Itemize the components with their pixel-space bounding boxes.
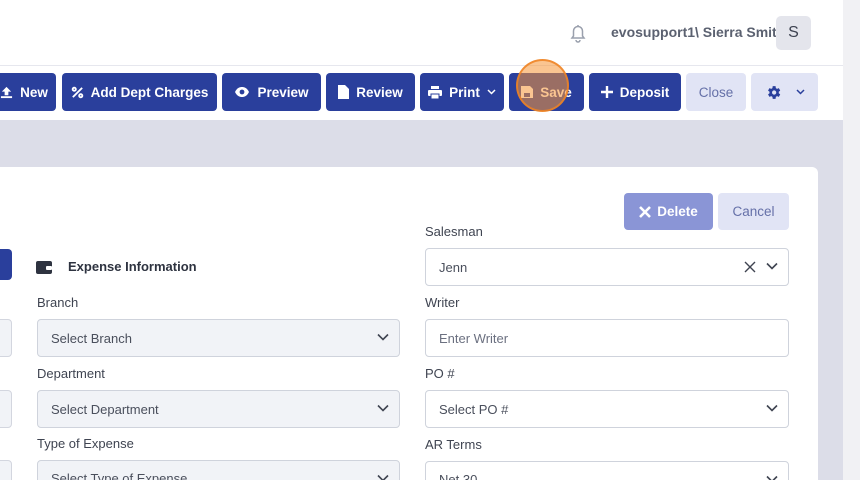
review-label: Review	[356, 84, 403, 100]
chevron-down-icon	[766, 404, 778, 412]
ar-terms-select[interactable]: Net 30	[425, 461, 789, 480]
printer-icon	[428, 85, 443, 99]
type-of-expense-value: Select Type of Expense	[51, 471, 188, 480]
chevron-down-icon	[377, 474, 389, 480]
expense-information-heading: Expense Information	[36, 259, 197, 274]
print-button[interactable]: Print	[420, 73, 504, 111]
section-title: Expense Information	[68, 259, 197, 274]
cancel-label: Cancel	[732, 204, 775, 219]
percent-icon	[71, 86, 83, 98]
user-name[interactable]: evosupport1\ Sierra Smith	[611, 24, 785, 40]
add-dept-charges-button[interactable]: Add Dept Charges	[62, 73, 217, 111]
left-column-field[interactable]	[0, 460, 12, 480]
branch-select[interactable]: Select Branch	[37, 319, 400, 357]
preview-label: Preview	[257, 84, 309, 100]
cancel-button[interactable]: Cancel	[718, 193, 789, 230]
type-of-expense-select[interactable]: Select Type of Expense	[37, 460, 400, 480]
preview-button[interactable]: Preview	[222, 73, 321, 111]
department-select[interactable]: Select Department	[37, 390, 400, 428]
left-column-field[interactable]	[0, 319, 12, 357]
delete-label: Delete	[657, 204, 698, 219]
eye-icon	[235, 87, 250, 97]
branch-value: Select Branch	[51, 330, 132, 346]
chevron-down-icon	[487, 89, 496, 95]
deposit-button[interactable]: Deposit	[589, 73, 681, 111]
document-icon	[338, 85, 350, 99]
delete-button[interactable]: Delete	[624, 193, 713, 230]
chevron-down-icon	[766, 475, 778, 480]
clear-icon[interactable]	[744, 261, 756, 273]
po-select[interactable]: Select PO #	[425, 390, 789, 428]
save-button[interactable]: Save	[509, 73, 584, 111]
gear-icon	[767, 85, 780, 99]
new-label: New	[20, 84, 48, 100]
add-dept-charges-label: Add Dept Charges	[90, 84, 209, 100]
close-icon	[639, 205, 652, 218]
branch-label: Branch	[37, 295, 79, 310]
floppy-disk-icon	[521, 86, 534, 98]
po-label: PO #	[425, 366, 455, 381]
close-label: Close	[698, 84, 734, 100]
avatar[interactable]: S	[776, 16, 811, 50]
deposit-label: Deposit	[619, 84, 670, 100]
salesman-select[interactable]: Jenn	[425, 248, 789, 286]
close-button[interactable]: Close	[686, 73, 746, 111]
wallet-icon	[36, 260, 52, 274]
salesman-label: Salesman	[425, 224, 483, 239]
writer-label: Writer	[425, 295, 460, 310]
ar-terms-value: Net 30	[439, 472, 478, 480]
upload-icon	[1, 86, 13, 98]
po-value: Select PO #	[439, 401, 509, 417]
department-value: Select Department	[51, 401, 159, 417]
chevron-down-icon	[795, 89, 805, 95]
ar-terms-label: AR Terms	[425, 437, 482, 452]
top-bar: evosupport1\ Sierra Smith S	[0, 0, 860, 66]
type-of-expense-label: Type of Expense	[37, 436, 134, 451]
department-label: Department	[37, 366, 105, 381]
left-column-field[interactable]	[0, 390, 12, 428]
salesman-value: Jenn	[439, 259, 468, 275]
new-button[interactable]: New	[0, 73, 56, 111]
left-column-button[interactable]	[0, 249, 12, 280]
chevron-down-icon	[377, 404, 389, 412]
action-toolbar: New Add Dept Charges Preview Review Prin…	[0, 66, 860, 120]
settings-dropdown-button[interactable]	[751, 73, 818, 111]
writer-input[interactable]: Enter Writer	[425, 319, 789, 357]
bell-icon[interactable]	[566, 21, 590, 45]
chevron-down-icon	[766, 262, 778, 270]
scrollbar[interactable]	[843, 0, 860, 480]
save-label: Save	[540, 84, 572, 100]
chevron-down-icon	[377, 333, 389, 341]
writer-placeholder: Enter Writer	[439, 330, 509, 346]
review-button[interactable]: Review	[326, 73, 415, 111]
print-label: Print	[449, 84, 480, 100]
plus-icon	[600, 86, 613, 98]
